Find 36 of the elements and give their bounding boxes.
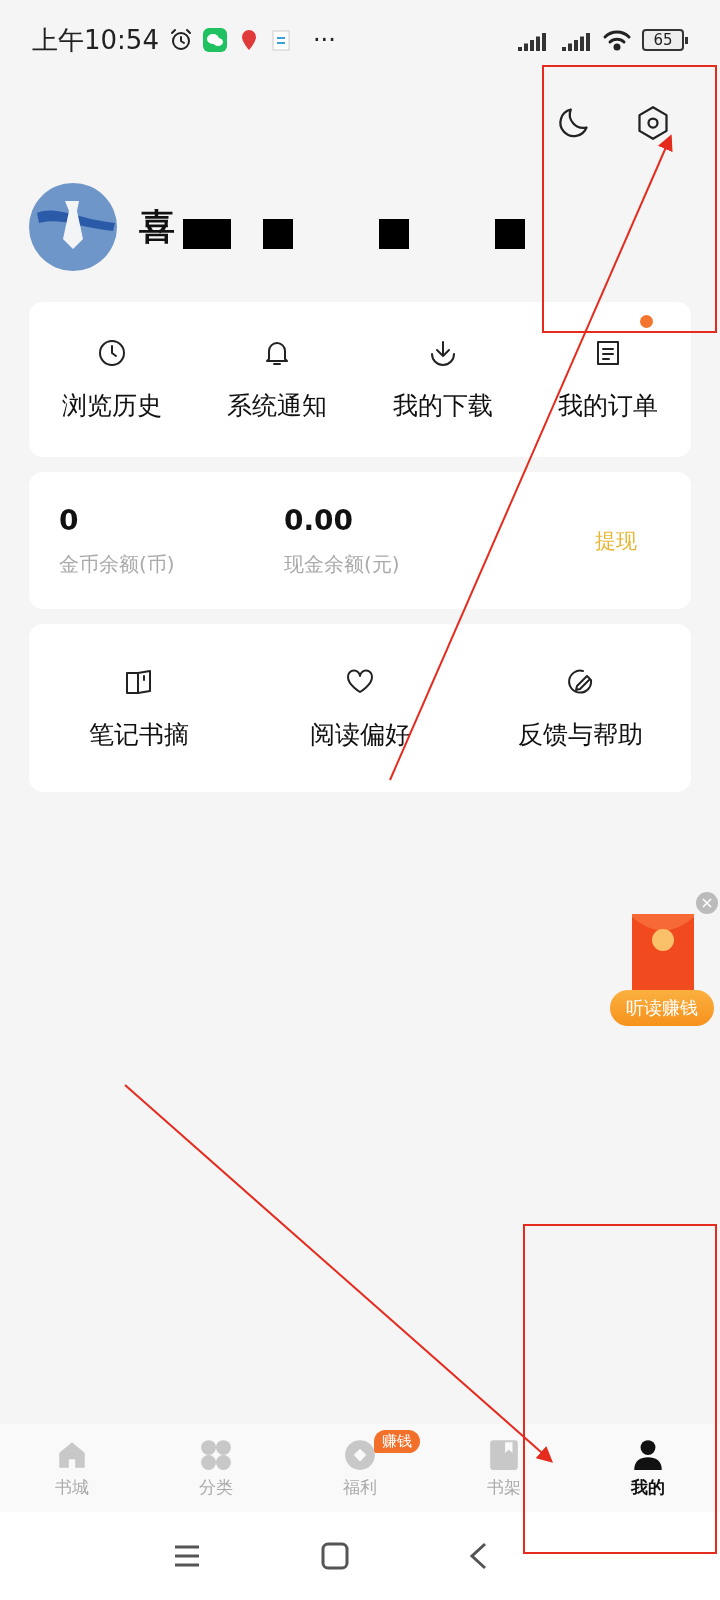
shortcut-label[interactable]: 我的下载 — [392, 389, 493, 422]
earn-badge: 赚钱 — [374, 1430, 420, 1453]
calendar-icon — [270, 28, 291, 52]
shortcut-label[interactable]: 浏览历史 — [61, 389, 162, 422]
redaction-block — [183, 219, 231, 249]
nav-tab[interactable]: 我的 — [576, 1424, 720, 1512]
bookmark-icon — [487, 1437, 521, 1472]
balance-value: 0 — [59, 503, 80, 537]
close-icon — [702, 898, 712, 908]
more-notifications: ··· — [312, 26, 336, 54]
service-label[interactable]: 反馈与帮助 — [518, 717, 644, 751]
coin-icon — [343, 1437, 377, 1472]
battery-level: 65 — [642, 29, 684, 51]
grid-icon — [199, 1437, 233, 1472]
redaction-block — [263, 219, 293, 249]
home-button-icon[interactable] — [321, 1542, 349, 1570]
balance-label: 金币余额(币) — [59, 550, 176, 578]
balance-label: 现金余额(元) — [284, 550, 401, 578]
balance-value: 0.00 — [284, 503, 355, 537]
shortcut-label[interactable]: 我的订单 — [558, 389, 659, 422]
back-icon[interactable] — [469, 1542, 487, 1570]
settings-icon[interactable] — [635, 105, 671, 141]
avatar[interactable] — [29, 183, 117, 271]
service-label[interactable]: 阅读偏好 — [310, 717, 410, 751]
redaction-block — [379, 219, 409, 249]
user-name: 喜 — [139, 204, 175, 249]
person-icon — [631, 1437, 665, 1472]
service-label[interactable]: 笔记书摘 — [89, 717, 190, 751]
wifi-icon — [602, 29, 632, 51]
chat-app-icon — [202, 28, 227, 52]
redaction-block — [495, 219, 525, 249]
status-time: 上午10:54 — [32, 23, 159, 57]
menu-icon[interactable] — [173, 1544, 201, 1568]
shortcut-label[interactable]: 系统通知 — [227, 389, 328, 422]
alarm-icon — [168, 28, 193, 52]
battery-tip-icon — [685, 36, 688, 44]
